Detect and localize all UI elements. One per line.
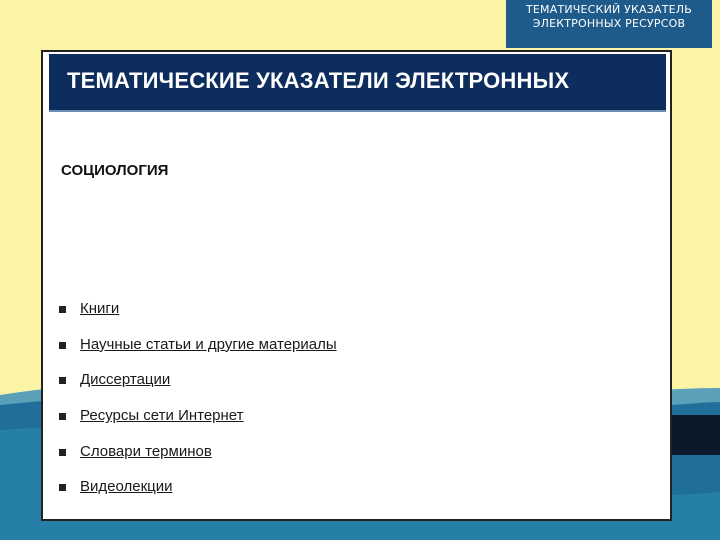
page-banner: ТЕМАТИЧЕСКИЕ УКАЗАТЕЛИ ЭЛЕКТРОННЫХ РЕСУР… [49,54,666,147]
link-glossaries[interactable]: Словари терминов [80,443,212,460]
bullet-icon [59,448,66,456]
list-item: Ресурсы сети Интернет [59,407,337,443]
bullet-icon [59,306,66,313]
slide-corner-title-line2: ЭЛЕКТРОННЫХ РЕСУРСОВ [532,17,686,30]
link-dissertations[interactable]: Диссертации [80,371,170,388]
link-internet-resources[interactable]: Ресурсы сети Интернет [80,407,244,424]
list-item: Книги [59,300,337,336]
banner-title: ТЕМАТИЧЕСКИЕ УКАЗАТЕЛИ ЭЛЕКТРОННЫХ РЕСУР… [67,68,570,147]
link-books[interactable]: Книги [80,300,119,317]
list-item: Словари терминов [59,443,337,479]
resource-link-list: Книги Научные статьи и другие материалы … [59,300,337,514]
list-item: Видеолекции [59,478,337,514]
list-item: Научные статьи и другие материалы [59,336,337,372]
bullet-icon [59,413,66,421]
bullet-icon [59,341,66,349]
bullet-icon [59,377,66,385]
slide-corner-title-line1: ТЕМАТИЧЕСКИЙ УКАЗАТЕЛЬ [525,3,693,16]
slide-corner-title: ТЕМАТИЧЕСКИЙ УКАЗАТЕЛЬ ЭЛЕКТРОННЫХ РЕСУР… [506,0,712,48]
bullet-icon [59,484,66,492]
link-articles[interactable]: Научные статьи и другие материалы [80,336,337,353]
list-item: Диссертации [59,371,337,407]
link-video-lectures[interactable]: Видеолекции [80,478,173,495]
webpage-screenshot: ТЕМАТИЧЕСКИЕ УКАЗАТЕЛИ ЭЛЕКТРОННЫХ РЕСУР… [41,50,672,521]
section-title: СОЦИОЛОГИЯ [61,162,169,179]
